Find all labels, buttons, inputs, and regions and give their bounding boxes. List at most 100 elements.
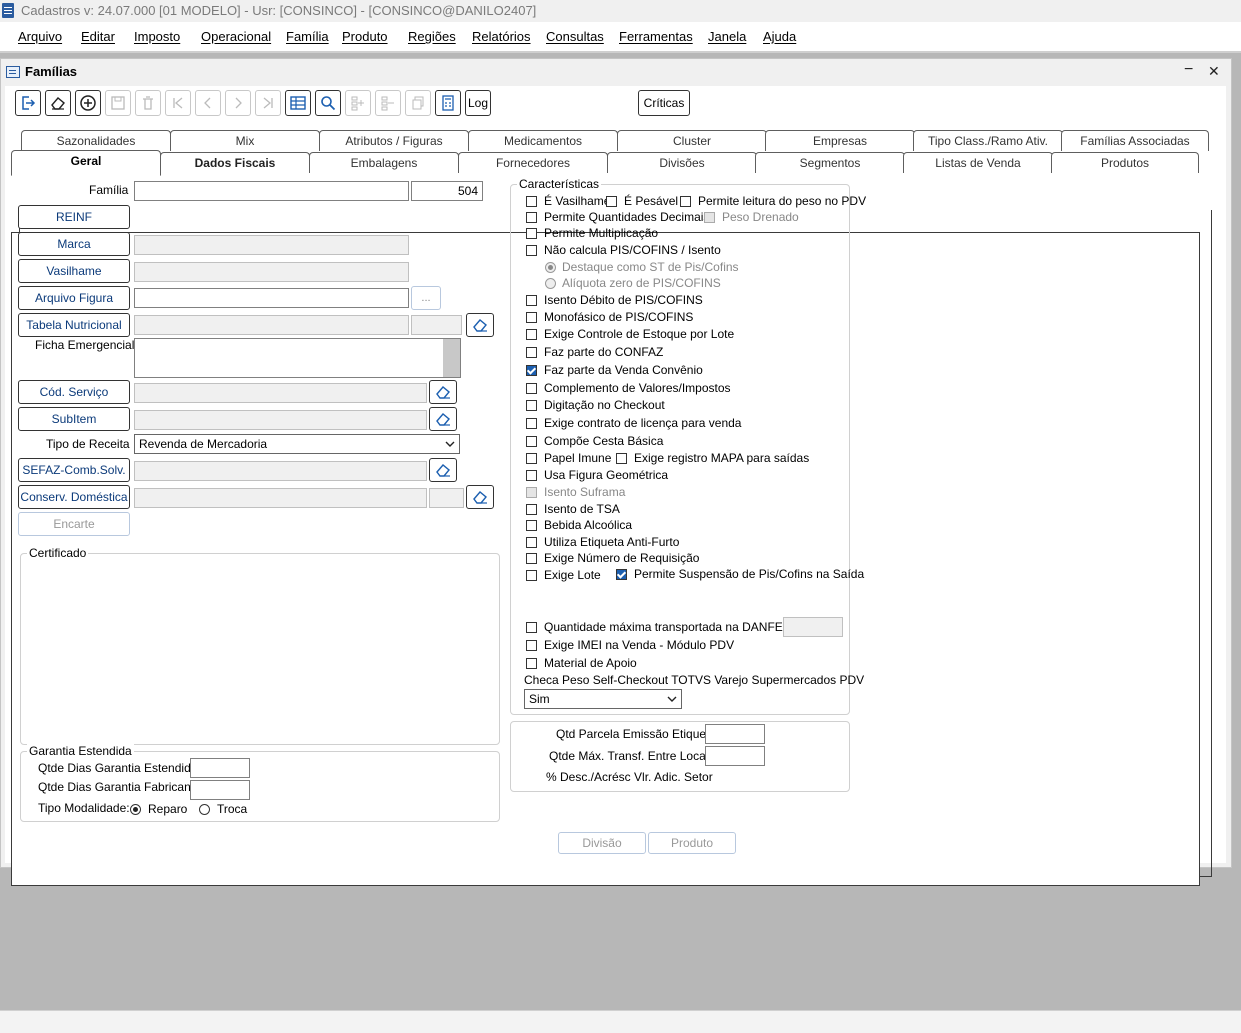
- tab-empresas[interactable]: Empresas: [765, 130, 915, 151]
- criticas-button[interactable]: Críticas: [638, 90, 690, 116]
- complemento-checkbox[interactable]: [526, 383, 537, 394]
- tab-listas-de-venda[interactable]: Listas de Venda: [903, 152, 1053, 173]
- qtd-danfe-input[interactable]: [783, 617, 843, 637]
- conserv-domestica-code[interactable]: [429, 488, 464, 508]
- sefaz-clear-button[interactable]: [429, 458, 457, 482]
- qtd-decimais-checkbox[interactable]: [526, 212, 537, 223]
- copy-button[interactable]: [405, 90, 431, 116]
- cod-servico-button[interactable]: Cód. Serviço: [18, 380, 130, 404]
- tab-atributos-figuras[interactable]: Atributos / Figuras: [319, 130, 469, 151]
- confaz-checkbox[interactable]: [526, 347, 537, 358]
- menu-operacional[interactable]: Operacional: [201, 29, 271, 44]
- marca-button[interactable]: Marca: [18, 232, 130, 256]
- controle-lote-checkbox[interactable]: [526, 329, 537, 340]
- arquivo-figura-input[interactable]: [134, 288, 409, 308]
- menu-editar[interactable]: Editar: [81, 29, 115, 44]
- grid-button[interactable]: [285, 90, 311, 116]
- isento-tsa-checkbox[interactable]: [526, 504, 537, 515]
- dias-estendida-input[interactable]: [190, 758, 250, 778]
- marca-input[interactable]: [134, 235, 409, 255]
- tab-segmentos[interactable]: Segmentos: [755, 152, 905, 173]
- conserv-domestica-input[interactable]: [134, 488, 427, 508]
- familia-description-input[interactable]: [134, 181, 409, 201]
- material-apoio-checkbox[interactable]: [526, 658, 537, 669]
- isento-debito-checkbox[interactable]: [526, 295, 537, 306]
- tabela-nutricional-clear-button[interactable]: [466, 313, 494, 337]
- isento-suframa-checkbox[interactable]: [526, 487, 537, 498]
- remove-child-button[interactable]: [375, 90, 401, 116]
- tabela-nutricional-input[interactable]: [134, 315, 409, 335]
- divisao-button[interactable]: Divisão: [558, 832, 646, 854]
- encarte-button[interactable]: Encarte: [18, 512, 130, 536]
- previous-record-button[interactable]: [195, 90, 221, 116]
- exige-lote-checkbox[interactable]: [526, 570, 537, 581]
- clear-button[interactable]: [45, 90, 71, 116]
- venda-convenio-checkbox[interactable]: [526, 365, 537, 376]
- checa-peso-select[interactable]: Sim: [524, 689, 682, 709]
- menu-regioes[interactable]: Regiões: [408, 29, 456, 44]
- peso-drenado-checkbox[interactable]: [704, 212, 715, 223]
- vasilhame-button[interactable]: Vasilhame: [18, 259, 130, 283]
- close-button[interactable]: ✕: [1208, 63, 1220, 80]
- vasilhame-checkbox[interactable]: [526, 196, 537, 207]
- menu-familia[interactable]: Família: [286, 29, 329, 44]
- search-button[interactable]: [315, 90, 341, 116]
- tab-divisoes[interactable]: Divisões: [607, 152, 757, 173]
- reinf-button[interactable]: REINF: [18, 205, 130, 229]
- subitem-clear-button[interactable]: [429, 407, 457, 431]
- insert-child-button[interactable]: [345, 90, 371, 116]
- dias-fabricante-input[interactable]: [190, 780, 250, 800]
- tab-dados-fiscais[interactable]: Dados Fiscais: [160, 152, 310, 173]
- exit-button[interactable]: [15, 90, 41, 116]
- last-record-button[interactable]: [255, 90, 281, 116]
- requisicao-checkbox[interactable]: [526, 553, 537, 564]
- cod-servico-clear-button[interactable]: [429, 380, 457, 404]
- vasilhame-input[interactable]: [134, 262, 409, 282]
- nao-calcula-checkbox[interactable]: [526, 245, 537, 256]
- parcela-input[interactable]: [705, 724, 765, 744]
- transf-input[interactable]: [705, 746, 765, 766]
- registro-mapa-checkbox[interactable]: [616, 453, 627, 464]
- tab-familias-associadas[interactable]: Famílias Associadas: [1061, 130, 1209, 151]
- tabela-nutricional-code[interactable]: [411, 315, 462, 335]
- tab-fornecedores[interactable]: Fornecedores: [458, 152, 608, 173]
- leitura-peso-checkbox[interactable]: [680, 196, 691, 207]
- tab-medicamentos[interactable]: Medicamentos: [468, 130, 618, 151]
- first-record-button[interactable]: [165, 90, 191, 116]
- suspensao-pis-checkbox[interactable]: [616, 569, 627, 580]
- log-button[interactable]: Log: [465, 90, 491, 116]
- tab-sazonalidades[interactable]: Sazonalidades: [21, 130, 171, 151]
- multiplicacao-checkbox[interactable]: [526, 228, 537, 239]
- cesta-basica-checkbox[interactable]: [526, 436, 537, 447]
- imei-checkbox[interactable]: [526, 640, 537, 651]
- minimize-button[interactable]: −: [1184, 61, 1193, 79]
- sefaz-input[interactable]: [134, 461, 427, 481]
- anti-furto-checkbox[interactable]: [526, 537, 537, 548]
- tabela-nutricional-button[interactable]: Tabela Nutricional: [18, 313, 130, 337]
- troca-radio[interactable]: [199, 804, 210, 815]
- pesavel-checkbox[interactable]: [606, 196, 617, 207]
- add-button[interactable]: [75, 90, 101, 116]
- delete-button[interactable]: [135, 90, 161, 116]
- destaque-st-radio[interactable]: [545, 262, 556, 273]
- ficha-scrollbar[interactable]: [443, 339, 460, 377]
- monofasico-checkbox[interactable]: [526, 312, 537, 323]
- tab-embalagens[interactable]: Embalagens: [309, 152, 459, 173]
- cod-servico-input[interactable]: [134, 383, 427, 403]
- digitacao-checkbox[interactable]: [526, 400, 537, 411]
- save-button[interactable]: [105, 90, 131, 116]
- arquivo-figura-button[interactable]: Arquivo Figura: [18, 286, 130, 310]
- tipo-receita-select[interactable]: Revenda de Mercadoria: [134, 434, 460, 454]
- subitem-input[interactable]: [134, 410, 427, 430]
- papel-imune-checkbox[interactable]: [526, 453, 537, 464]
- produto-button[interactable]: Produto: [648, 832, 736, 854]
- menu-ferramentas[interactable]: Ferramentas: [619, 29, 693, 44]
- calculator-button[interactable]: [435, 90, 461, 116]
- qtd-danfe-checkbox[interactable]: [526, 622, 537, 633]
- menu-relatorios[interactable]: Relatórios: [472, 29, 531, 44]
- tab-tipo-class[interactable]: Tipo Class./Ramo Ativ.: [913, 130, 1063, 151]
- browse-button[interactable]: ...: [411, 286, 441, 310]
- next-record-button[interactable]: [225, 90, 251, 116]
- menu-produto[interactable]: Produto: [342, 29, 388, 44]
- menu-imposto[interactable]: Imposto: [134, 29, 180, 44]
